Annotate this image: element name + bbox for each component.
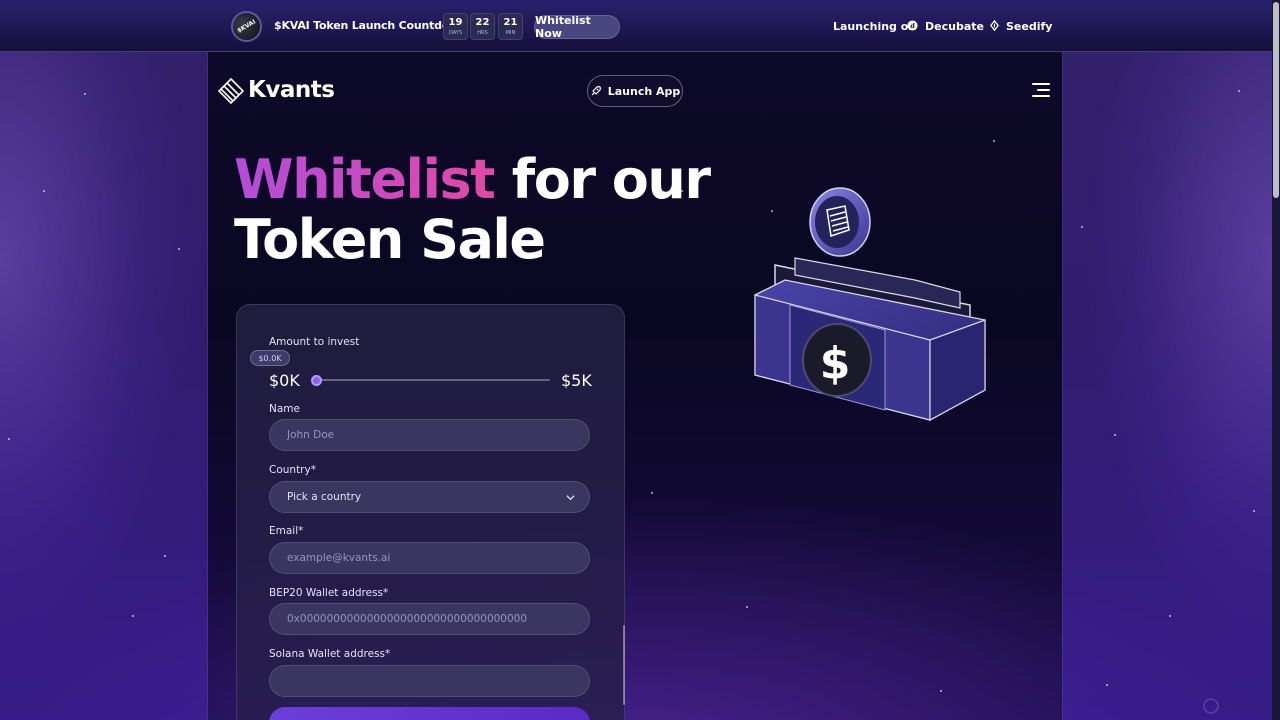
whitelist-now-button[interactable]: Whitelist Now [534,14,620,40]
slider-value-tooltip: $0.0K [250,350,290,366]
content-column-divider-right [1062,52,1063,720]
hamburger-menu-icon[interactable] [1032,83,1050,97]
launch-app-button[interactable]: Launch App [587,75,683,107]
countdown-hours-unit: HRS [477,30,488,36]
amount-label: Amount to invest [269,336,360,348]
countdown-minutes-unit: MIN [505,30,516,36]
heading-line-1: Whitelist for our [234,148,711,211]
background-side-panel-left [0,52,208,720]
chevron-down-icon [566,495,575,501]
seedify-link[interactable]: Seedify [1006,20,1052,33]
kvants-logo-text[interactable]: Kvants [248,77,335,103]
svg-text:$: $ [820,338,851,389]
launch-app-label: Launch App [607,84,681,98]
heading-line-1-rest: for our [511,148,711,211]
countdown-days: 19 DAYS [443,13,468,40]
countdown-days-value: 19 [448,17,463,28]
heading-accent-word: Whitelist [234,148,496,211]
name-input[interactable] [269,419,590,451]
rocket-icon [591,86,601,96]
form-scrollbar[interactable] [623,625,625,705]
svg-text:d: d [910,22,915,30]
corner-watermark-icon [1203,698,1219,714]
launching-on-label: Launching on [833,20,917,33]
country-select[interactable]: Pick a country [269,481,590,513]
page-heading: Whitelist for our Token Sale [234,148,711,271]
countdown-minutes: 21 MIN [498,13,523,40]
decubate-icon: d [907,20,918,31]
amount-slider-thumb[interactable] [311,375,322,386]
content-column-divider-left [207,52,208,720]
country-label: Country* [269,464,316,476]
page-background [0,0,1280,720]
decubate-link[interactable]: Decubate [925,20,984,33]
solana-wallet-label: Solana Wallet address* [269,648,391,660]
heading-line-2: Token Sale [234,208,546,271]
bep20-wallet-input[interactable] [269,603,590,635]
countdown-hours-value: 22 [475,17,490,28]
countdown-banner: $KVAI $KVAI Token Launch Countdown 19 DA… [0,0,1272,52]
kvai-token-badge: $KVAI [225,5,268,48]
countdown-days-unit: DAYS [448,30,463,36]
slider-min-label: $0K [269,371,300,390]
email-label: Email* [269,525,304,537]
page-scrollbar-thumb[interactable] [1273,2,1279,198]
submit-button[interactable] [269,707,590,720]
country-select-value: Pick a country [287,491,362,503]
email-input[interactable] [269,542,590,574]
wallet-coin-illustration: $ [754,187,986,422]
countdown-title: $KVAI Token Launch Countdown [274,19,467,32]
countdown-hours: 22 HRS [470,13,495,40]
amount-slider-track[interactable] [316,379,550,381]
token-badge-text: $KVAI [236,18,257,35]
name-label: Name [269,403,300,415]
countdown-minutes-value: 21 [503,17,518,28]
page-scrollbar[interactable] [1272,0,1280,720]
background-side-panel-right [1062,52,1272,720]
bep20-wallet-label: BEP20 Wallet address* [269,587,389,599]
solana-wallet-input[interactable] [269,665,590,697]
slider-max-label: $5K [561,371,592,390]
kvants-logo-icon [218,78,244,104]
seedify-icon [990,20,999,31]
